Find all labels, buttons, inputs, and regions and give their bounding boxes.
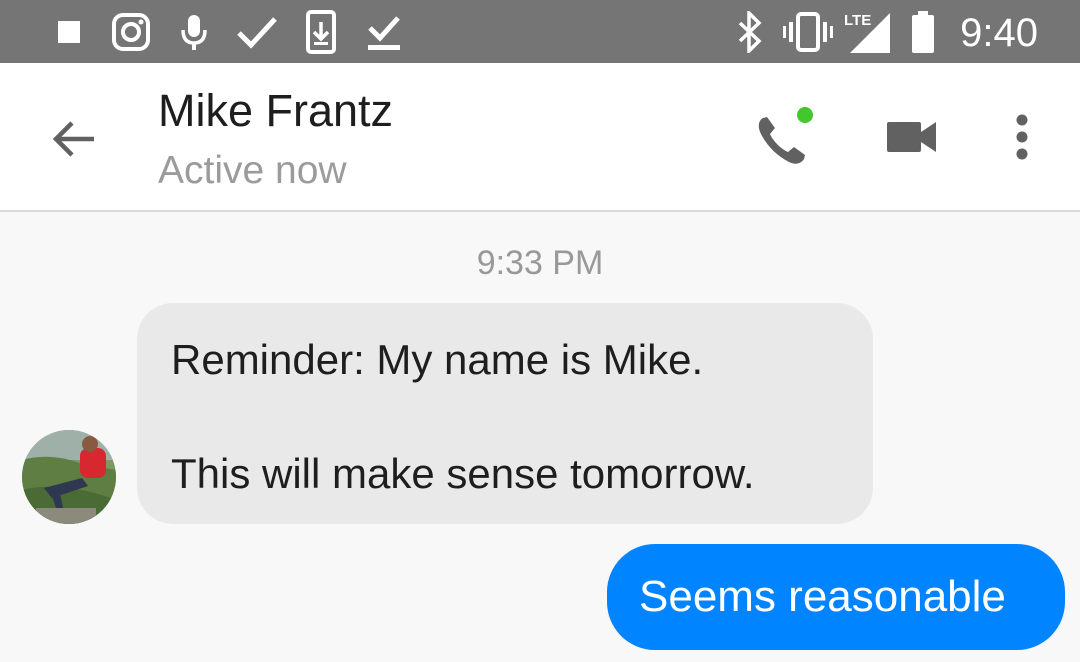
active-dot [797, 107, 813, 123]
contact-name[interactable]: Mike Frantz [158, 85, 393, 137]
video-camera-icon [887, 122, 936, 152]
download-icon [303, 0, 339, 63]
download-done-icon [364, 0, 404, 63]
status-bar: LTE 9:40 [0, 0, 1080, 63]
voice-call-button[interactable] [746, 99, 822, 175]
instagram-icon [108, 0, 154, 63]
video-call-button[interactable] [874, 99, 950, 175]
message-thread: 9:33 PM Reminder: My name is Mike. This … [0, 212, 1080, 662]
more-options-button[interactable] [984, 99, 1060, 175]
incoming-message-bubble[interactable]: Reminder: My name is Mike. This will mak… [137, 303, 873, 524]
square-notification-icon [54, 0, 84, 63]
vibrate-icon [782, 0, 834, 63]
back-button[interactable] [44, 109, 104, 169]
arrow-back-icon [52, 121, 94, 157]
message-timestamp: 9:33 PM [476, 244, 604, 282]
microphone-icon [176, 0, 212, 63]
contact-avatar[interactable] [22, 430, 116, 524]
bluetooth-icon [734, 0, 766, 63]
lte-label: LTE [844, 12, 871, 29]
status-time: 9:40 [960, 11, 1038, 55]
battery-icon [908, 0, 938, 63]
active-status: Active now [158, 149, 347, 192]
incoming-message-line: Reminder: My name is Mike. [171, 336, 704, 383]
lte-signal-icon: LTE [840, 0, 892, 63]
conversation-header: Mike Frantz Active now [0, 63, 1080, 212]
phone-icon [758, 107, 813, 164]
check-icon [234, 0, 280, 63]
incoming-message-line: This will make sense tomorrow. [171, 450, 755, 497]
outgoing-message-bubble[interactable]: Seems reasonable [607, 544, 1065, 650]
more-vert-icon [1016, 114, 1028, 160]
